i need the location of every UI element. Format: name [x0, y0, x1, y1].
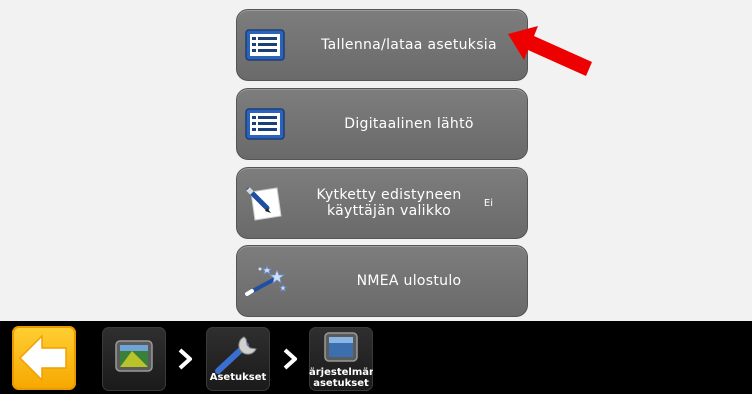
advanced-menu-value: Ei: [483, 197, 493, 209]
arrow-left-icon: [18, 334, 67, 382]
breadcrumb-home[interactable]: [102, 327, 166, 391]
settings-menu: Tallenna/lataa asetuksia Digitaalinen lä…: [0, 0, 752, 321]
breadcrumb-settings[interactable]: Asetukset: [206, 327, 270, 391]
list-icon: [245, 108, 285, 140]
notepad-pen-icon: [246, 187, 282, 221]
magic-wand-icon: [245, 264, 287, 296]
red-arrow-icon: [508, 26, 592, 76]
chevron-right-icon: [178, 348, 192, 370]
list-icon: [245, 29, 285, 61]
back-button[interactable]: [12, 326, 76, 390]
bottom-navigation-bar: Asetukset ärjestelmän asetukset: [0, 321, 752, 394]
menu-item-label: NMEA ulostulo: [356, 273, 462, 289]
menu-item-label: Kytketty edistyneen käyttäjän valikko: [316, 187, 462, 219]
breadcrumb-label: Asetukset: [209, 372, 267, 383]
breadcrumb-system-settings[interactable]: ärjestelmän asetukset: [309, 327, 373, 391]
display-terminal-icon: [115, 340, 153, 372]
save-load-settings-button[interactable]: Tallenna/lataa asetuksia: [236, 9, 528, 81]
breadcrumb-label-line2: asetukset: [313, 378, 369, 389]
advanced-user-menu-button[interactable]: Kytketty edistyneen käyttäjän valikko Ei: [236, 167, 528, 239]
breadcrumb-label-line1: ärjestelmän: [309, 367, 373, 378]
digital-output-button[interactable]: Digitaalinen lähtö: [236, 88, 528, 160]
nmea-output-button[interactable]: NMEA ulostulo: [236, 245, 528, 317]
menu-item-label: Digitaalinen lähtö: [344, 116, 474, 132]
chevron-right-icon: [283, 348, 297, 370]
menu-item-label: Tallenna/lataa asetuksia: [321, 37, 497, 53]
